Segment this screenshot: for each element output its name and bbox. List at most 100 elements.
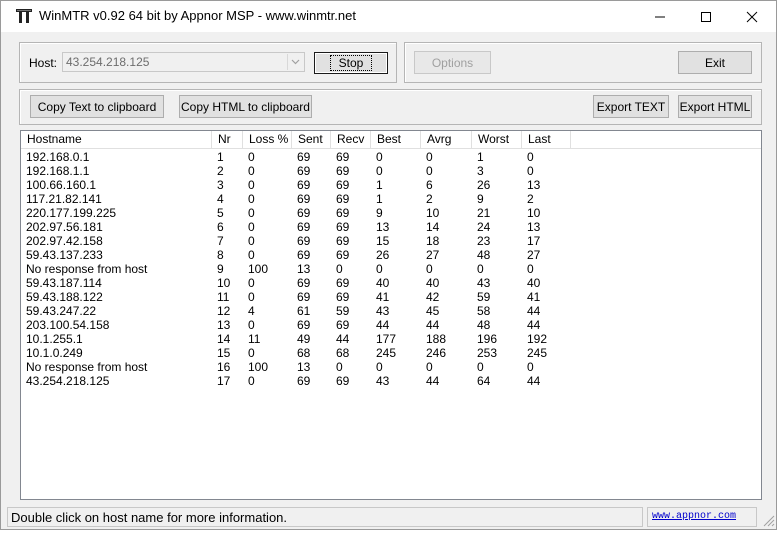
table-row[interactable]: No response from host 16 100 13 0 0 0 0 0 (21, 360, 761, 374)
stop-button[interactable]: Stop (314, 52, 388, 74)
column-header-sent[interactable]: Sent (292, 131, 331, 148)
table-cell: 0 (426, 150, 433, 164)
table-cell: 44 (426, 318, 440, 332)
table-cell: 2 (217, 164, 224, 178)
table-cell: 253 (477, 346, 498, 360)
host-combobox[interactable]: 43.254.218.125 (62, 52, 305, 72)
table-cell: 8 (217, 248, 224, 262)
table-cell: 41 (527, 290, 541, 304)
copy-text-button[interactable]: Copy Text to clipboard (30, 95, 164, 118)
dropdown-button[interactable] (287, 54, 303, 70)
column-header-best[interactable]: Best (371, 131, 421, 148)
table-cell: 6 (217, 220, 224, 234)
table-cell: 17 (527, 234, 541, 248)
table-cell: 13 (217, 318, 231, 332)
table-cell: 0 (248, 192, 255, 206)
table-row[interactable]: 202.97.56.181 6 0 69 69 13 14 24 13 (21, 220, 761, 234)
table-cell: 48 (477, 248, 491, 262)
copy-html-button[interactable]: Copy HTML to clipboard (179, 95, 312, 118)
export-html-button[interactable]: Export HTML (678, 95, 752, 118)
export-text-button[interactable]: Export TEXT (593, 95, 669, 118)
table-cell: 43 (477, 276, 491, 290)
table-cell: 0 (248, 178, 255, 192)
table-row[interactable]: 59.43.187.114 10 0 69 69 40 40 43 40 (21, 276, 761, 290)
table-cell: 9 (376, 206, 383, 220)
table-row[interactable]: 59.43.188.122 11 0 69 69 41 42 59 41 (21, 290, 761, 304)
table-row[interactable]: 43.254.218.125 17 0 69 69 43 44 64 44 (21, 374, 761, 388)
table-cell: 0 (376, 360, 383, 374)
table-cell: 59.43.137.233 (26, 248, 103, 262)
column-header-recv[interactable]: Recv (331, 131, 371, 148)
table-cell: 68 (336, 346, 350, 360)
title-bar[interactable]: WinMTR v0.92 64 bit by Appnor MSP - www.… (1, 1, 776, 32)
table-cell: 69 (336, 318, 350, 332)
table-cell: 43 (376, 374, 390, 388)
close-button[interactable] (729, 1, 775, 32)
table-cell: 9 (477, 192, 484, 206)
table-cell: 13 (376, 220, 390, 234)
table-cell: 192.168.1.1 (26, 164, 90, 178)
table-cell: 69 (297, 164, 311, 178)
table-cell: 196 (477, 332, 498, 346)
table-cell: 2 (426, 192, 433, 206)
table-cell: 0 (527, 360, 534, 374)
table-cell: 16 (217, 360, 231, 374)
table-cell: 10 (426, 206, 440, 220)
table-row[interactable]: 202.97.42.158 7 0 69 69 15 18 23 17 (21, 234, 761, 248)
table-cell: 17 (217, 374, 231, 388)
table-cell: 6 (426, 178, 433, 192)
winmtr-window: WinMTR v0.92 64 bit by Appnor MSP - www.… (0, 0, 777, 530)
column-header-avrg[interactable]: Avrg (421, 131, 472, 148)
table-cell: 246 (426, 346, 447, 360)
status-link-panel: www.appnor.com (647, 507, 757, 527)
table-cell: 69 (336, 374, 350, 388)
table-cell: 69 (336, 164, 350, 178)
table-cell: 0 (477, 262, 484, 276)
table-row[interactable]: 10.1.0.249 15 0 68 68 245 246 253 245 (21, 346, 761, 360)
exit-button-label: Exit (704, 55, 725, 70)
table-row[interactable]: 220.177.199.225 5 0 69 69 9 10 21 10 (21, 206, 761, 220)
table-cell: 10 (527, 206, 541, 220)
options-button[interactable]: Options (414, 51, 491, 74)
table-cell: 69 (336, 290, 350, 304)
exit-button[interactable]: Exit (678, 51, 752, 74)
table-cell: 100.66.160.1 (26, 178, 97, 192)
maximize-button[interactable] (683, 1, 729, 32)
table-cell: 69 (297, 234, 311, 248)
chevron-down-icon (291, 59, 300, 65)
table-row[interactable]: 10.1.255.1 14 11 49 44 177 188 196 192 (21, 332, 761, 346)
table-cell: 41 (376, 290, 390, 304)
column-header-last[interactable]: Last (522, 131, 571, 148)
export-text-button-label: Export TEXT (596, 99, 666, 114)
column-header-nr[interactable]: Nr (212, 131, 243, 148)
table-cell: 69 (336, 178, 350, 192)
table-cell: 7 (217, 234, 224, 248)
table-cell: 100 (248, 360, 269, 374)
table-row[interactable]: 59.43.137.233 8 0 69 69 26 27 48 27 (21, 248, 761, 262)
minimize-button[interactable] (637, 1, 683, 32)
table-cell: 26 (477, 178, 491, 192)
table-row[interactable]: No response from host 9 100 13 0 0 0 0 0 (21, 262, 761, 276)
column-header-worst[interactable]: Worst (472, 131, 522, 148)
table-cell: 100 (248, 262, 269, 276)
table-cell: No response from host (26, 262, 148, 276)
table-row[interactable]: 117.21.82.141 4 0 69 69 1 2 9 2 (21, 192, 761, 206)
table-cell: 69 (336, 248, 350, 262)
table-row[interactable]: 59.43.247.22 12 4 61 59 43 45 58 44 (21, 304, 761, 318)
table-row[interactable]: 203.100.54.158 13 0 69 69 44 44 48 44 (21, 318, 761, 332)
table-row[interactable]: 100.66.160.1 3 0 69 69 1 6 26 13 (21, 178, 761, 192)
appnor-link[interactable]: www.appnor.com (652, 511, 736, 522)
table-cell: 0 (248, 206, 255, 220)
table-cell: 69 (297, 276, 311, 290)
table-cell: 69 (297, 248, 311, 262)
table-cell: 18 (426, 234, 440, 248)
resize-grip-icon[interactable] (761, 513, 775, 527)
column-header-loss[interactable]: Loss % (243, 131, 292, 148)
table-cell: 49 (297, 332, 311, 346)
table-row[interactable]: 192.168.1.1 2 0 69 69 0 0 3 0 (21, 164, 761, 178)
table-row[interactable]: 192.168.0.1 1 0 69 69 0 0 1 0 (21, 150, 761, 164)
host-label: Host: (29, 56, 58, 70)
table-cell: 69 (297, 206, 311, 220)
trace-results-list[interactable]: Hostname Nr Loss % Sent Recv Best Avrg Worst Las… (20, 130, 762, 500)
column-header-hostname[interactable]: Hostname (21, 131, 212, 148)
